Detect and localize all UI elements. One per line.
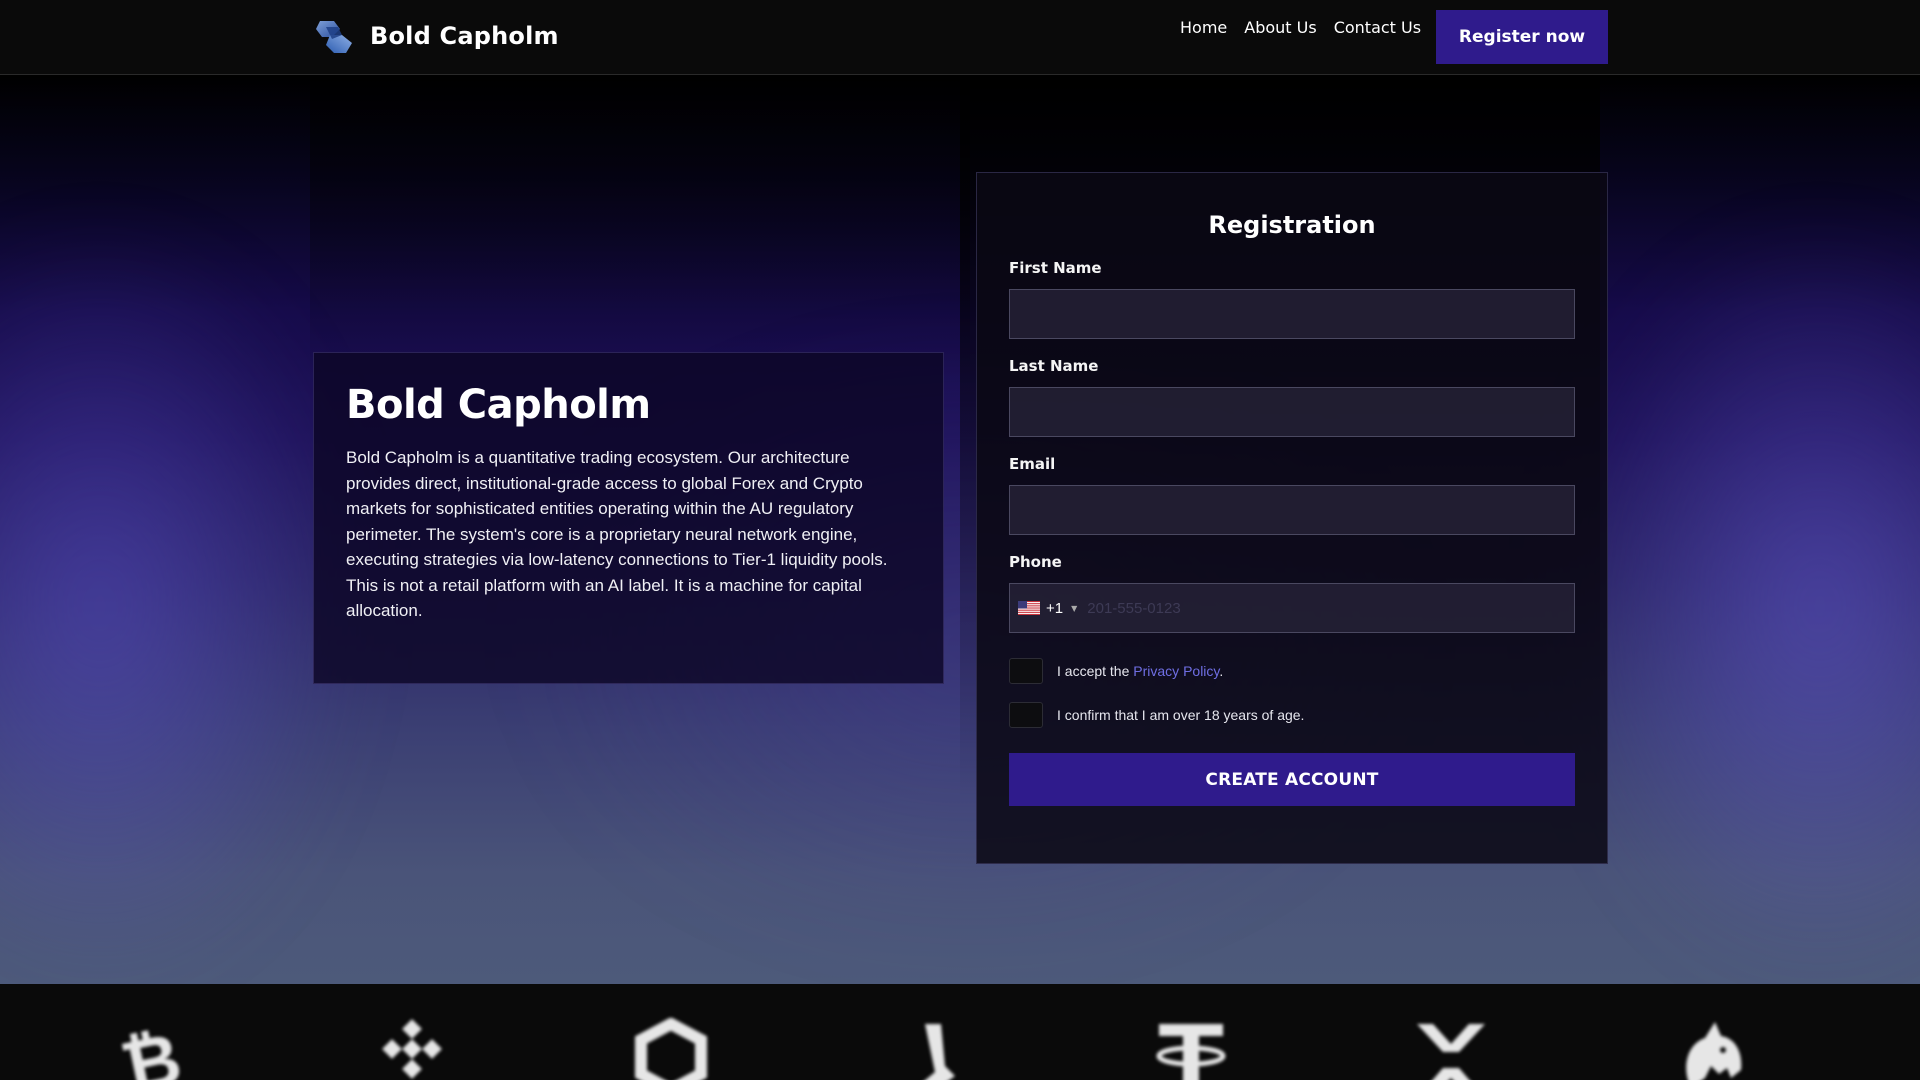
privacy-policy-link[interactable]: Privacy Policy [1133, 663, 1219, 679]
privacy-suffix-text: . [1219, 663, 1224, 679]
us-flag-icon [1018, 601, 1040, 615]
age-checkbox[interactable] [1009, 702, 1043, 728]
xrp-icon [1406, 1018, 1496, 1080]
email-label: Email [1009, 455, 1056, 473]
crypto-logo-strip: ₿ [0, 984, 1920, 1080]
tether-icon [1146, 1018, 1236, 1080]
top-header: Bold Capholm Home About Us Contact Us Re… [0, 0, 1920, 75]
country-code-select[interactable]: +1 ▼ [1010, 584, 1077, 632]
background-shade-left [310, 76, 970, 376]
create-account-button[interactable]: CREATE ACCOUNT [1009, 753, 1575, 806]
first-name-input[interactable] [1009, 289, 1575, 339]
age-confirm-label: I confirm that I am over 18 years of age… [1057, 707, 1305, 723]
hero-section [0, 76, 1920, 984]
solana-icon [890, 1018, 980, 1080]
dial-code: +1 [1046, 599, 1064, 617]
phone-label: Phone [1009, 553, 1062, 571]
svg-text:₿: ₿ [114, 1018, 189, 1080]
privacy-consent-row: I accept the Privacy Policy. [1009, 657, 1575, 685]
chainlink-icon [626, 1018, 716, 1080]
nav-item-contact-us[interactable]: Contact Us [1334, 18, 1421, 37]
nav-item-about-us[interactable]: About Us [1244, 18, 1316, 37]
age-confirm-row: I confirm that I am over 18 years of age… [1009, 701, 1575, 729]
brand-logo[interactable]: Bold Capholm [312, 14, 559, 58]
bold-capholm-logo-icon [312, 13, 358, 59]
main-nav: Home About Us Contact Us [1180, 18, 1421, 37]
register-now-button[interactable]: Register now [1436, 10, 1608, 64]
last-name-label: Last Name [1009, 357, 1099, 375]
about-title: Bold Capholm [346, 382, 651, 428]
phone-input[interactable] [1077, 584, 1574, 632]
about-card: Bold Capholm Bold Capholm is a quantitat… [313, 352, 944, 684]
binance-icon [366, 1018, 456, 1080]
background-glow-left [0, 226, 360, 984]
brand-name: Bold Capholm [370, 22, 559, 50]
uniswap-icon [1666, 1018, 1756, 1080]
registration-form: Registration First Name Last Name Email … [976, 172, 1608, 864]
last-name-input[interactable] [1009, 387, 1575, 437]
phone-field: +1 ▼ [1009, 583, 1575, 633]
email-input[interactable] [1009, 485, 1575, 535]
privacy-consent-label: I accept the Privacy Policy. [1057, 663, 1223, 679]
privacy-prefix-text: I accept the [1057, 663, 1134, 679]
registration-title: Registration [1208, 211, 1376, 239]
first-name-label: First Name [1009, 259, 1102, 277]
privacy-checkbox[interactable] [1009, 658, 1043, 684]
bitcoin-icon: ₿ [106, 1018, 196, 1080]
about-description: Bold Capholm is a quantitative trading e… [346, 448, 888, 620]
background-glow-right [1560, 226, 1920, 984]
nav-item-home[interactable]: Home [1180, 18, 1227, 37]
